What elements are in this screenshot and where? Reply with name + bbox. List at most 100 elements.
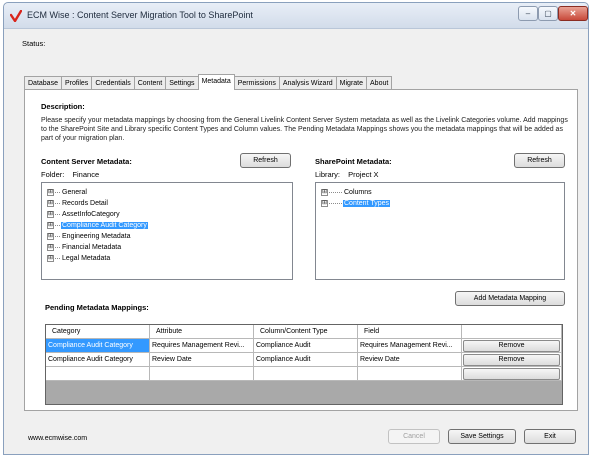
expand-icon[interactable]: ⊞ <box>47 211 54 218</box>
table-cell: Remove <box>462 353 562 367</box>
exit-button[interactable]: Exit <box>524 429 576 444</box>
remove-button-empty[interactable] <box>463 368 560 380</box>
metadata-tab-panel: Description: Please specify your metadat… <box>24 89 578 411</box>
tree-node[interactable]: ⊞ Legal Metadata <box>47 253 111 264</box>
description-text: Please specify your metadata mappings by… <box>41 117 568 142</box>
tab-credentials[interactable]: Credentials <box>91 76 135 90</box>
pending-mappings-grid[interactable]: Category Attribute Column/Content Type F… <box>45 324 563 405</box>
minimize-icon: ‒ <box>525 9 531 18</box>
tab-profiles[interactable]: Profiles <box>60 76 93 90</box>
description-heading: Description: <box>41 102 85 111</box>
remove-button[interactable]: Remove <box>463 354 560 366</box>
expand-icon[interactable]: ⊞ <box>47 255 54 262</box>
minimize-button[interactable]: ‒ <box>518 6 538 21</box>
app-logo-icon <box>10 10 22 22</box>
library-row: Library: Project X <box>315 170 379 179</box>
tree-node-label: Content Types <box>343 200 391 207</box>
content-server-tree[interactable]: ⊞ General ⊞ Records Detail ⊞ AssetInfoCa… <box>41 182 293 280</box>
table-cell[interactable] <box>46 367 150 381</box>
tab-migrate[interactable]: Migrate <box>335 76 368 90</box>
cancel-button[interactable]: Cancel <box>388 429 440 444</box>
tree-node[interactable]: ⊞ Columns <box>321 187 373 198</box>
tree-connector <box>329 203 342 204</box>
sharepoint-tree[interactable]: ⊞ Columns ⊞ Content Types <box>315 182 565 280</box>
table-cell[interactable] <box>358 367 462 381</box>
tree-node-selected[interactable]: ⊞ Content Types <box>321 198 391 209</box>
expand-icon[interactable]: ⊞ <box>47 244 54 251</box>
tree-node-label: Records Detail <box>62 200 108 207</box>
column-header[interactable]: Field <box>358 325 462 339</box>
tree-connector <box>55 225 60 226</box>
close-button[interactable]: ✕ <box>558 6 588 21</box>
table-cell[interactable]: Compliance Audit Category <box>46 339 150 353</box>
expand-icon[interactable]: ⊞ <box>47 200 54 207</box>
app-window: ECM Wise : Content Server Migration Tool… <box>3 2 589 455</box>
tree-node-label: Legal Metadata <box>62 255 111 262</box>
cs-refresh-button[interactable]: Refresh <box>240 153 291 168</box>
tree-node[interactable]: ⊞ Financial Metadata <box>47 242 122 253</box>
tree-node[interactable]: ⊞ Records Detail <box>47 198 109 209</box>
tree-node-label: Columns <box>344 189 372 196</box>
tree-node-label: Compliance Audit Category <box>61 222 148 229</box>
tab-content[interactable]: Content <box>133 76 167 90</box>
save-settings-button[interactable]: Save Settings <box>448 429 516 444</box>
tree-node-label: Engineering Metadata <box>62 233 131 240</box>
expand-icon[interactable]: ⊞ <box>321 189 328 196</box>
sp-refresh-button[interactable]: Refresh <box>514 153 565 168</box>
tab-analysis-wizard[interactable]: Analysis Wizard <box>278 76 337 90</box>
table-cell[interactable] <box>150 367 254 381</box>
sharepoint-heading: SharePoint Metadata: <box>315 157 392 166</box>
folder-value: Finance <box>72 170 100 179</box>
remove-button[interactable]: Remove <box>463 340 560 352</box>
folder-row: Folder: Finance <box>41 170 99 179</box>
add-metadata-mapping-button[interactable]: Add Metadata Mapping <box>455 291 565 306</box>
tree-node[interactable]: ⊞ AssetInfoCategory <box>47 209 121 220</box>
maximize-icon: ▢ <box>544 9 552 18</box>
table-cell[interactable]: Review Date <box>358 353 462 367</box>
column-header[interactable]: Category <box>46 325 150 339</box>
table-row[interactable]: Compliance Audit Category Requires Manag… <box>46 339 562 353</box>
tab-settings[interactable]: Settings <box>165 76 199 90</box>
pending-mappings-heading: Pending Metadata Mappings: <box>45 303 149 312</box>
tab-database[interactable]: Database <box>24 76 62 90</box>
tree-connector <box>55 203 60 204</box>
tab-permissions[interactable]: Permissions <box>233 76 280 90</box>
expand-icon[interactable]: ⊞ <box>321 200 328 207</box>
tree-node-label: AssetInfoCategory <box>62 211 120 218</box>
grid-header-row: Category Attribute Column/Content Type F… <box>46 325 562 339</box>
content-server-heading: Content Server Metadata: <box>41 157 132 166</box>
library-label: Library: <box>315 170 341 179</box>
website-link[interactable]: www.ecmwise.com <box>28 435 87 442</box>
status-label: Status: <box>22 39 46 48</box>
tree-node[interactable]: ⊞ General <box>47 187 88 198</box>
tree-connector <box>55 258 60 259</box>
tab-about[interactable]: About <box>366 76 393 90</box>
tab-metadata[interactable]: Metadata <box>197 74 235 90</box>
expand-icon[interactable]: ⊞ <box>47 222 54 229</box>
maximize-button[interactable]: ▢ <box>538 6 558 21</box>
table-cell[interactable] <box>254 367 358 381</box>
column-header[interactable]: Column/Content Type <box>254 325 358 339</box>
table-cell[interactable]: Compliance Audit <box>254 353 358 367</box>
table-row[interactable]: Compliance Audit Category Review Date Co… <box>46 353 562 367</box>
tree-node-label: General <box>62 189 87 196</box>
table-row-new[interactable] <box>46 367 562 381</box>
table-cell[interactable]: Requires Management Revi... <box>150 339 254 353</box>
tree-connector <box>329 192 342 193</box>
table-cell[interactable]: Compliance Audit <box>254 339 358 353</box>
expand-icon[interactable]: ⊞ <box>47 189 54 196</box>
table-cell[interactable]: Review Date <box>150 353 254 367</box>
tree-node[interactable]: ⊞ Engineering Metadata <box>47 231 132 242</box>
table-cell <box>462 367 562 381</box>
table-cell[interactable]: Requires Management Revi... <box>358 339 462 353</box>
expand-icon[interactable]: ⊞ <box>47 233 54 240</box>
close-icon: ✕ <box>569 9 577 18</box>
tree-connector <box>55 247 60 248</box>
tree-connector <box>55 236 60 237</box>
column-header <box>462 325 562 339</box>
tree-connector <box>55 214 60 215</box>
title-bar[interactable]: ECM Wise : Content Server Migration Tool… <box>4 3 588 29</box>
table-cell[interactable]: Compliance Audit Category <box>46 353 150 367</box>
column-header[interactable]: Attribute <box>150 325 254 339</box>
tree-node-selected[interactable]: ⊞ Compliance Audit Category <box>47 220 148 231</box>
